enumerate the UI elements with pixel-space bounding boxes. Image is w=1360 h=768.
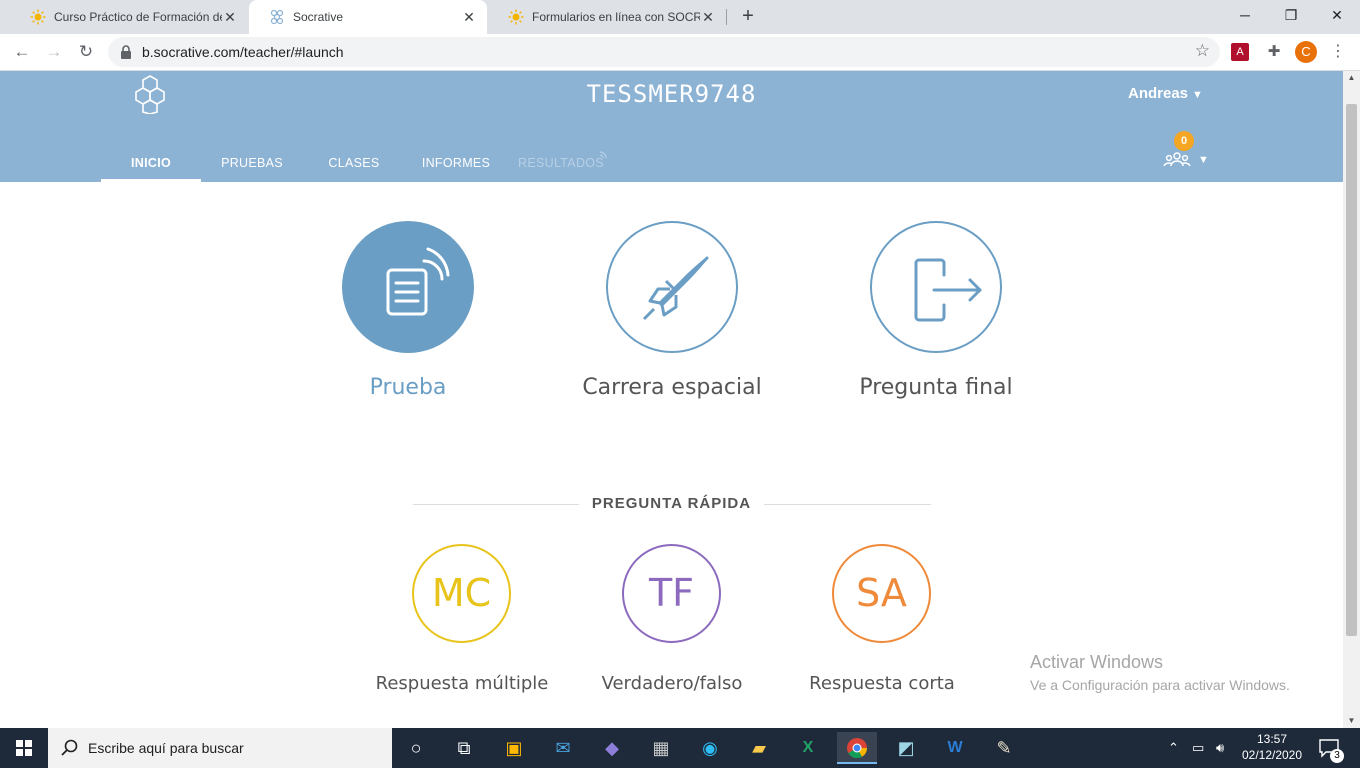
nav-tab-inicio[interactable]: INICIO [101, 156, 201, 170]
browser-toolbar: ← → ↻ b.socrative.com/teacher/#launch ☆ … [0, 34, 1360, 71]
nav-tab-resultados[interactable]: RESULTADOS [516, 156, 606, 170]
active-tab-indicator [101, 179, 201, 182]
space-race-label[interactable]: Carrera espacial [572, 377, 772, 399]
user-menu[interactable]: Andreas ▼ [1128, 85, 1203, 102]
windows-taskbar: Escribe aquí para buscar ○ ⧉ ▣ ✉ ◆ ▦ ◉ ▰… [0, 728, 1360, 768]
onenote-icon[interactable]: ◆ [592, 732, 632, 764]
tab-title: Formularios en línea con SOCRATI [532, 10, 700, 24]
nav-tab-pruebas[interactable]: PRUEBAS [212, 156, 292, 170]
pdf-extension-icon[interactable]: A [1231, 43, 1249, 61]
user-name: Andreas [1128, 85, 1189, 102]
sun-favicon-icon [30, 9, 46, 25]
true-false-button[interactable]: TF [622, 544, 721, 643]
cortana-icon[interactable]: ○ [396, 732, 436, 764]
file-explorer-icon[interactable]: ▰ [739, 732, 779, 764]
nav-tab-clases[interactable]: CLASES [318, 156, 390, 170]
tab-title: Socrative [293, 10, 344, 24]
true-false-label[interactable]: Verdadero/falso [572, 674, 772, 694]
windows-start-icon[interactable] [0, 728, 48, 768]
student-count-badge: 0 [1174, 131, 1194, 151]
rocket-icon [642, 256, 709, 321]
tray-chevron-up-icon[interactable]: ⌃ [1168, 728, 1179, 768]
tab-curso[interactable]: Curso Práctico de Formación de E ✕ [10, 0, 248, 34]
activate-windows-title: Activar Windows [1030, 652, 1164, 672]
menu-kebab-icon[interactable]: ⋮ [1327, 41, 1349, 63]
new-tab-button[interactable]: + [736, 5, 760, 29]
bookmark-star-icon[interactable]: ☆ [1195, 41, 1210, 61]
quiz-label[interactable]: Prueba [308, 377, 508, 399]
exit-ticket-launch-button[interactable] [870, 221, 1002, 353]
edge-icon[interactable]: ◉ [690, 732, 730, 764]
quiz-launch-button[interactable] [342, 221, 474, 353]
exit-ticket-icon [914, 258, 982, 322]
chevron-down-icon[interactable]: ▼ [1198, 154, 1209, 166]
close-icon[interactable]: ✕ [222, 9, 238, 25]
short-answer-button[interactable]: SA [832, 544, 931, 643]
short-answer-label[interactable]: Respuesta corta [782, 674, 982, 694]
browser-tabstrip: Curso Práctico de Formación de E ✕ Socra… [0, 0, 1360, 34]
window-close-button[interactable]: ✕ [1314, 0, 1360, 30]
store-icon[interactable]: ▣ [494, 732, 534, 764]
notes-app-icon[interactable]: ◩ [886, 732, 926, 764]
chevron-down-icon: ▼ [1192, 89, 1203, 101]
multiple-choice-label[interactable]: Respuesta múltiple [362, 674, 562, 694]
space-race-launch-button[interactable] [606, 221, 738, 353]
taskbar-search-box[interactable]: Escribe aquí para buscar [48, 728, 392, 768]
scroll-down-arrow-icon[interactable]: ▼ [1343, 714, 1360, 728]
mail-icon[interactable]: ✉ [543, 732, 583, 764]
sun-favicon-icon [508, 9, 524, 25]
reload-button[interactable]: ↻ [73, 39, 99, 65]
paint-icon[interactable]: ✎ [984, 732, 1024, 764]
activate-windows-subtitle: Ve a Configuración para activar Windows. [1030, 677, 1290, 693]
scroll-thumb[interactable] [1346, 104, 1357, 636]
back-button[interactable]: ← [9, 39, 35, 65]
quick-question-title: PREGUNTA RÁPIDA [591, 495, 752, 512]
scroll-up-arrow-icon[interactable]: ▲ [1343, 71, 1360, 85]
volume-icon[interactable]: 🔊︎ [1216, 728, 1224, 768]
clock-time: 13:57 [1256, 732, 1288, 746]
restore-button[interactable]: ❐ [1268, 0, 1314, 30]
chrome-icon[interactable] [837, 732, 877, 764]
live-signal-icon [599, 151, 607, 159]
tab-divider [726, 9, 727, 25]
socrative-favicon-icon [270, 9, 284, 25]
task-view-icon[interactable]: ⧉ [444, 732, 484, 764]
network-icon[interactable]: ▭ [1192, 728, 1204, 768]
multiple-choice-button[interactable]: MC [412, 544, 511, 643]
clock-date: 02/12/2020 [1241, 748, 1303, 762]
excel-icon[interactable]: X [788, 732, 828, 764]
notification-count-badge: 3 [1330, 749, 1344, 763]
exit-ticket-label[interactable]: Pregunta final [836, 377, 1036, 399]
forward-button[interactable]: → [41, 39, 67, 65]
screen: Curso Práctico de Formación de E ✕ Socra… [0, 0, 1360, 768]
close-icon[interactable]: ✕ [461, 9, 477, 25]
profile-avatar[interactable]: C [1295, 41, 1317, 63]
search-icon [61, 739, 78, 756]
search-placeholder: Escribe aquí para buscar [88, 740, 244, 756]
tab-formularios[interactable]: Formularios en línea con SOCRATI ✕ [488, 0, 726, 34]
tab-socrative[interactable]: Socrative ✕ [249, 0, 487, 34]
close-icon[interactable]: ✕ [700, 9, 716, 25]
nav-tab-informes[interactable]: INFORMES [418, 156, 494, 170]
calculator-icon[interactable]: ▦ [641, 732, 681, 764]
students-icon[interactable] [1163, 150, 1191, 168]
lock-icon [121, 45, 131, 59]
puzzle-extensions-icon[interactable]: ✚ [1263, 41, 1285, 63]
tab-title: Curso Práctico de Formación de E [54, 10, 222, 24]
minimize-button[interactable]: ─ [1222, 0, 1268, 30]
chrome-logo-icon [847, 738, 868, 759]
address-bar[interactable]: b.socrative.com/teacher/#launch ☆ [108, 37, 1220, 67]
word-icon[interactable]: W [935, 732, 975, 764]
taskbar-clock[interactable]: 13:57 02/12/2020 [1238, 731, 1306, 763]
url-text: b.socrative.com/teacher/#launch [142, 44, 344, 60]
page-scrollbar[interactable]: ▲ ▼ [1343, 71, 1360, 728]
quiz-icon [386, 247, 450, 316]
